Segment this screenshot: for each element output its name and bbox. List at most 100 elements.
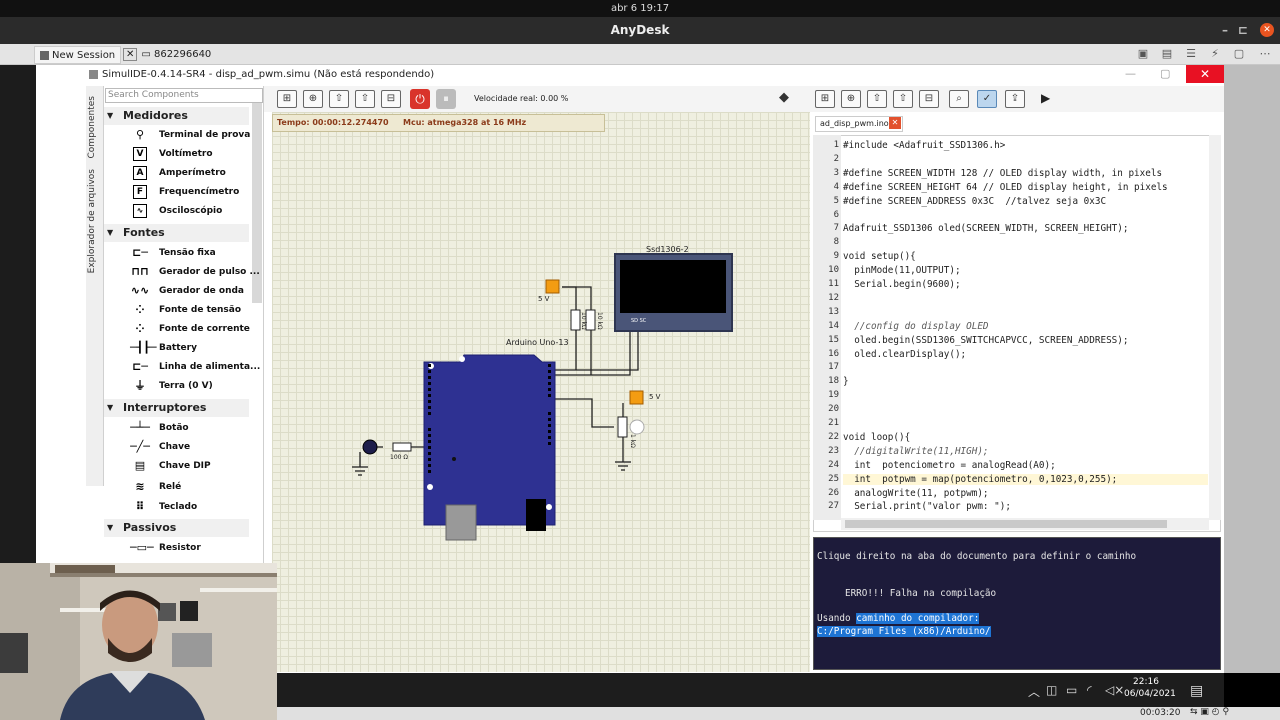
save-file-icon[interactable]: ⇧ (867, 90, 887, 108)
code-line[interactable]: oled.begin(SSD1306_SWITCHCAPVCC, SCREEN_… (843, 335, 1208, 346)
settings-icon[interactable]: ☰ (1184, 47, 1198, 61)
tab-componentes[interactable]: Componentes (87, 96, 97, 158)
series-resistor[interactable] (392, 442, 412, 452)
code-line[interactable]: Serial.print("valor pwm: "); (843, 501, 1208, 512)
line-number: 17 (828, 362, 839, 373)
network-icon[interactable]: ◜ (1087, 683, 1092, 697)
tab-remote-session[interactable]: ✕ ▭ 862296640 (118, 46, 216, 64)
compile-icon[interactable]: ✓ (977, 90, 997, 108)
sim-maximize-icon[interactable]: ▢ (1160, 65, 1170, 83)
close-file-icon[interactable]: ⊟ (919, 90, 939, 108)
ground-symbol (352, 466, 368, 476)
save-file-as-icon[interactable]: ⇧ (893, 90, 913, 108)
chevron-up-icon[interactable]: ︿ (1028, 683, 1040, 700)
line-number: 2 (833, 153, 839, 164)
side-vertical-tabs: Componentes Explorador de arquivos (86, 86, 104, 486)
item-label: Voltímetro (159, 149, 213, 159)
code-line[interactable]: int potenciometro = analogRead(A0); (843, 460, 1208, 471)
led[interactable] (362, 439, 378, 455)
code-line[interactable]: analogWrite(11, potpwm); (843, 488, 1208, 499)
meet-icon[interactable]: ◫ (1046, 683, 1057, 697)
notification-icon[interactable]: ▤ (1190, 683, 1203, 699)
new-file-icon[interactable]: ⊞ (815, 90, 835, 108)
code-vertical-scrollbar[interactable] (1209, 135, 1221, 520)
actions-icon[interactable]: ⚡ (1208, 47, 1222, 61)
code-line[interactable]: int potpwm = map(potenciometro, 0,1023,0… (843, 473, 1208, 485)
close-icon[interactable]: ✕ (1260, 23, 1274, 37)
code-line[interactable]: #include <Adafruit_SSD1306.h> (843, 140, 1208, 151)
close-tab-icon[interactable]: ✕ (889, 117, 901, 129)
code-line[interactable]: #define SCREEN_ADDRESS 0x3C //talvez sej… (843, 196, 1208, 207)
taskbar-clock[interactable]: 22:16 06/04/2021 (1124, 676, 1176, 700)
power-button[interactable]: ⏻ (410, 89, 430, 109)
tab-new-session[interactable]: New Session (34, 46, 122, 64)
line-number: 12 (828, 292, 839, 303)
power-rail-icon: ⊏─ (132, 360, 148, 373)
find-icon[interactable]: ⌕ (949, 90, 969, 108)
close-tab-icon[interactable]: ✕ (123, 48, 138, 61)
sim-close-button[interactable]: ✕ (1186, 65, 1224, 83)
code-line[interactable]: //config do display OLED (843, 321, 1208, 332)
upload-icon[interactable]: ⇪ (1005, 90, 1025, 108)
export-icon[interactable]: ⊟ (381, 90, 401, 108)
chevron-down-icon: ▼ (107, 523, 114, 532)
item-label: Relé (159, 482, 182, 492)
item-label: Osciloscópio (159, 206, 223, 216)
code-line[interactable]: //digitalWrite(11,HIGH); (843, 446, 1208, 457)
pullup-resistor[interactable] (570, 309, 581, 331)
item-label: Tensão fixa (159, 248, 216, 258)
category-interruptores[interactable]: ▼ Interruptores (104, 399, 249, 417)
anydesk-status-bar: 00:03:20 ⇆ ▣ ◴ ⚲ (276, 707, 1280, 720)
oscilloscope-icon: ∿ (133, 204, 147, 218)
display-icon[interactable]: ▣ (1136, 47, 1150, 61)
category-label: Interruptores (123, 401, 207, 414)
item-label: Amperímetro (159, 168, 226, 178)
new-circuit-icon[interactable]: ⊞ (277, 90, 297, 108)
line-number: 8 (833, 237, 839, 248)
restore-icon[interactable]: ⊏ (1238, 17, 1248, 44)
pause-button[interactable]: ⏸ (436, 89, 456, 109)
vcc-source[interactable] (545, 279, 560, 294)
code-line[interactable]: Serial.begin(9600); (843, 279, 1208, 290)
minimize-icon[interactable]: – (1222, 17, 1228, 44)
save-as-icon[interactable]: ⇧ (355, 90, 375, 108)
code-line[interactable]: oled.clearDisplay(); (843, 349, 1208, 360)
chat-icon[interactable]: ▤ (1160, 47, 1174, 61)
code-line[interactable]: #define SCREEN_WIDTH 128 // OLED display… (843, 168, 1208, 179)
file-transfer-icon[interactable]: ▢ (1232, 47, 1246, 61)
anydesk-title: AnyDesk (610, 23, 670, 37)
category-fontes[interactable]: ▼ Fontes (104, 224, 249, 242)
battery-tray-icon[interactable]: ▭ (1066, 683, 1077, 697)
oled-display[interactable]: SD SC (614, 253, 733, 332)
code-line[interactable]: void loop(){ (843, 432, 1208, 443)
vcc-source-right[interactable] (629, 390, 644, 405)
code-line[interactable]: pinMode(11,OUTPUT); (843, 265, 1208, 276)
voltage-source-icon: ⁘ (135, 303, 145, 316)
line-number: 3 (833, 167, 839, 178)
potentiometer-knob[interactable] (629, 419, 645, 435)
code-editor[interactable] (813, 135, 1221, 532)
run-debug-icon[interactable]: ▶ (1041, 91, 1050, 105)
save-circuit-icon[interactable]: ⇧ (329, 90, 349, 108)
category-label: Passivos (123, 521, 177, 534)
code-line[interactable]: } (843, 376, 1208, 387)
tab-explorador[interactable]: Explorador de arquivos (87, 169, 97, 273)
arduino-board[interactable] (423, 354, 556, 541)
code-line[interactable]: void setup(){ (843, 251, 1208, 262)
info-icon[interactable]: ◆ (779, 90, 789, 105)
volume-muted-icon[interactable]: ◁× (1105, 683, 1124, 697)
system-clock[interactable]: abr 6 19:17 (611, 3, 669, 14)
code-line[interactable]: #define SCREEN_HEIGHT 64 // OLED display… (843, 182, 1208, 193)
sim-minimize-icon[interactable]: — (1125, 65, 1136, 83)
potentiometer[interactable] (617, 416, 628, 438)
open-circuit-icon[interactable]: ⊕ (303, 90, 323, 108)
circuit-diagram[interactable]: SD SC Ssd1306-2 5 V 10 kΩ 10 kΩ Arduino … (272, 112, 810, 672)
code-line[interactable]: Adafruit_SSD1306 oled(SCREEN_WIDTH, SCRE… (843, 223, 1208, 234)
category-medidores[interactable]: ▼ Medidores (104, 107, 249, 125)
open-file-icon[interactable]: ⊕ (841, 90, 861, 108)
search-input[interactable]: Search Components (105, 88, 263, 103)
menu-icon[interactable]: ⋯ (1258, 47, 1272, 61)
keypad-icon: ⠿ (135, 500, 145, 513)
scroll-thumb[interactable] (845, 520, 1167, 528)
category-passivos[interactable]: ▼ Passivos (104, 519, 249, 537)
